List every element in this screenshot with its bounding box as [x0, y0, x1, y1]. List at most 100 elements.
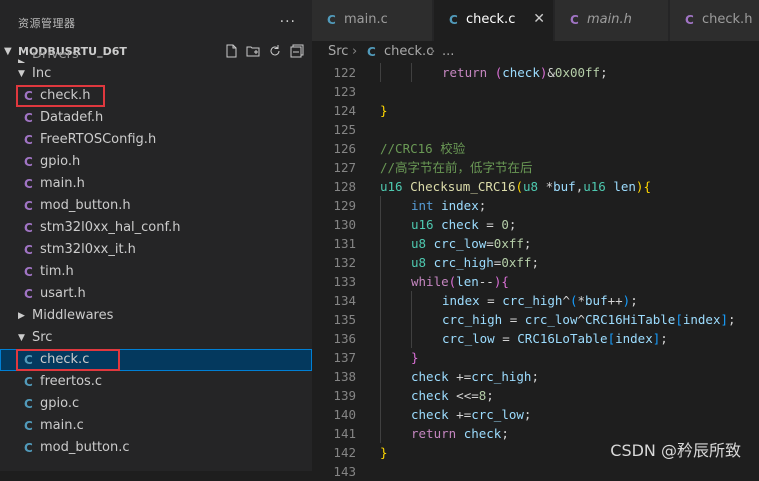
code-token: =	[494, 331, 518, 346]
breadcrumb-symbol[interactable]: ...	[442, 41, 454, 63]
code-token: check	[411, 388, 449, 403]
h-file-icon: C	[24, 155, 33, 169]
file-item[interactable]: Cmain.c	[0, 415, 312, 437]
chevron-right-icon: ▶	[18, 311, 25, 321]
file-item[interactable]: Ccheck.h	[0, 85, 312, 107]
highlight-box	[16, 349, 120, 371]
chevron-right-icon: ▶	[18, 58, 25, 63]
code-line: crc_low = CRC16LoTable[index];	[380, 329, 759, 348]
folder-item[interactable]: ▶ Middlewares	[0, 305, 312, 327]
code-token: u8	[411, 255, 434, 270]
tree-item-label: Inc	[32, 66, 52, 81]
code-line: check <<=8;	[380, 386, 759, 405]
file-item[interactable]: C FreeRTOSConfig.h	[0, 129, 312, 151]
folder-item[interactable]: ▼ Inc	[0, 63, 312, 85]
indent-guide	[411, 310, 412, 329]
indent-guide	[411, 291, 412, 310]
c-file-icon: C	[449, 13, 458, 27]
code-text: u16 Checksum_CRC16(u8 *buf,u16 len){	[380, 179, 651, 194]
file-tree: ▶ Drivers ▼ Inc Ccheck.h C Datadef.h C FreeRTOSC…	[0, 52, 312, 459]
explorer-sidebar: 资源管理器 ··· ▼ MODBUSRTU_D6T ▶ Drivers ▼ Inc Cc…	[0, 0, 312, 471]
code-token: CRC16LoTable	[517, 331, 608, 346]
breadcrumb-separator: ›	[352, 44, 358, 59]
code-editor[interactable]: return (check)&0x00ff;} //CRC16 校验 //高字节在前…	[380, 63, 759, 481]
code-line: int index;	[380, 196, 759, 215]
code-token: ;	[501, 426, 509, 441]
tab-label: main.h	[587, 12, 632, 27]
code-token: ^	[577, 312, 586, 327]
editor-tab[interactable]: Cmain.h	[555, 0, 669, 41]
tree-item-label: tim.h	[40, 264, 74, 279]
line-number: 125	[333, 122, 356, 137]
code-token: u16	[411, 217, 442, 232]
code-token: (	[569, 293, 578, 308]
more-actions-icon[interactable]: ···	[280, 14, 296, 30]
file-item[interactable]: Ccheck.c	[0, 349, 312, 371]
code-line: index = crc_high^(*buf++);	[380, 291, 759, 310]
code-token: }	[380, 103, 388, 118]
line-number: 128	[333, 179, 356, 194]
file-item[interactable]: Cusart.h	[0, 283, 312, 305]
file-item[interactable]: Cmain.h	[0, 173, 312, 195]
code-text: u8 crc_low=0xff;	[380, 236, 531, 251]
code-text: //CRC16 校验	[380, 141, 465, 156]
tree-item-label: Src	[32, 330, 53, 345]
line-number: 131	[333, 236, 356, 251]
code-token: ;	[486, 388, 494, 403]
tree-item-label: main.h	[40, 176, 85, 191]
close-icon[interactable]: ✕	[533, 11, 545, 27]
file-item[interactable]: Cfreertos.c	[0, 371, 312, 393]
line-number-gutter: 122 123 124 125 126 127 128 129 130 131 132 133 134 1…	[312, 63, 364, 481]
line-number: 137	[333, 350, 356, 365]
file-item[interactable]: Ctim.h	[0, 261, 312, 283]
line-number: 141	[333, 426, 356, 441]
file-item[interactable]: C Datadef.h	[0, 107, 312, 129]
folder-item[interactable]: ▶ Drivers	[0, 52, 312, 63]
file-item[interactable]: Cgpio.h	[0, 151, 312, 173]
file-item[interactable]: Cmod_button.c	[0, 437, 312, 459]
code-token: {	[501, 274, 509, 289]
breadcrumb-file[interactable]: check.c	[384, 41, 433, 63]
code-token: ;	[728, 312, 736, 327]
indent-guide	[380, 386, 381, 405]
tab-label: check.c	[466, 12, 516, 27]
tree-item-label: main.c	[40, 418, 84, 433]
code-token: 0x00ff	[554, 65, 601, 80]
c-file-icon: C	[24, 441, 33, 455]
file-item[interactable]: Cgpio.c	[0, 393, 312, 415]
folder-item[interactable]: ▼ Src	[0, 327, 312, 349]
file-item[interactable]: Cmod_button.h	[0, 195, 312, 217]
line-number: 140	[333, 407, 356, 422]
code-token: &	[547, 65, 555, 80]
h-file-icon: C	[24, 287, 33, 301]
code-text: }	[380, 103, 388, 118]
file-item[interactable]: Cstm32l0xx_it.h	[0, 239, 312, 261]
code-token: =	[478, 217, 502, 232]
code-line: return (check)&0x00ff;	[380, 63, 759, 82]
code-token: (	[515, 179, 523, 194]
code-token: check	[411, 407, 449, 422]
tree-item-label: mod_button.c	[40, 440, 130, 455]
tree-item-label: freertos.c	[40, 374, 103, 389]
line-number: 129	[333, 198, 356, 213]
line-number: 126	[333, 141, 356, 156]
code-token: //CRC16 校验	[380, 141, 466, 156]
editor-tab[interactable]: Ccheck.c ✕	[434, 0, 554, 41]
code-line: u16 check = 0;	[380, 215, 759, 234]
code-token: crc_high	[433, 255, 494, 270]
code-token: +=	[448, 369, 472, 384]
code-token: crc_low	[471, 407, 524, 422]
editor-tab[interactable]: Ccheck.h	[670, 0, 759, 41]
h-file-icon: C	[24, 199, 33, 213]
chevron-down-icon: ▼	[18, 333, 25, 343]
tree-item-label: Drivers	[32, 52, 79, 62]
code-token: int	[411, 198, 442, 213]
indent-guide	[380, 367, 381, 386]
file-item[interactable]: Cstm32l0xx_hal_conf.h	[0, 217, 312, 239]
editor-tab[interactable]: Cmain.c	[312, 0, 433, 41]
tree-item-label: gpio.c	[40, 396, 80, 411]
code-token: crc_high	[442, 312, 503, 327]
breadcrumb-folder[interactable]: Src	[328, 41, 348, 63]
code-text: u16 check = 0;	[380, 217, 516, 232]
